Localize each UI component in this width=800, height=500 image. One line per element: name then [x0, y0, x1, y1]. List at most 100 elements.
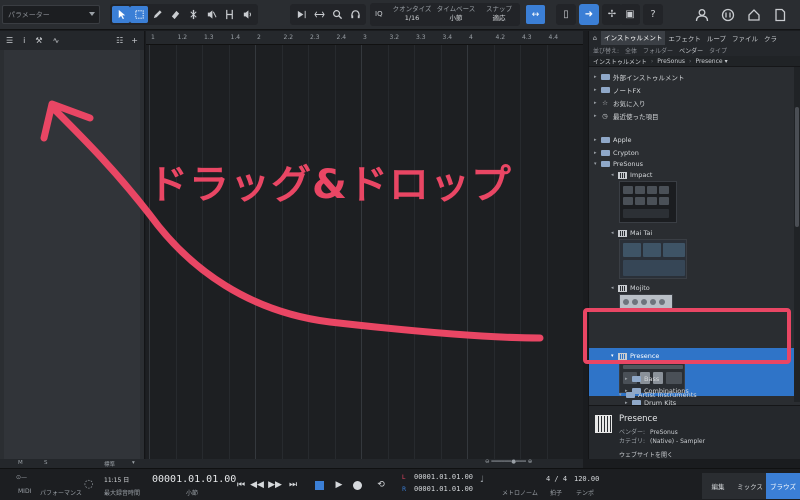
sort-type[interactable]: タイプ: [709, 46, 727, 55]
timeline-ruler[interactable]: 1 1.2 1.3 1.4 2 2.2 2.3 2.4 3 3.2 3.3 3.4 4 4.2 4.3 4.4: [146, 31, 583, 45]
snap-toggle-button[interactable]: ↔: [526, 5, 545, 24]
play-button[interactable]: ▶: [332, 478, 346, 492]
mute-all-button[interactable]: M: [18, 460, 23, 466]
inspector-panel: ☰ i ⚒ ∿ ☷ +: [0, 31, 145, 459]
song-page-button[interactable]: [770, 5, 790, 25]
zoom-tool-button[interactable]: [328, 6, 346, 23]
parameter-dropdown[interactable]: パラメーター: [2, 5, 100, 24]
browser-scrollbar[interactable]: [794, 67, 800, 402]
record-button[interactable]: [350, 478, 364, 492]
loop-end-display[interactable]: 00001.01.01.00: [414, 485, 473, 493]
scrollbar-thumb[interactable]: [795, 107, 799, 227]
mute-tool-button[interactable]: [202, 6, 220, 23]
list-item[interactable]: ▸ ◷ 最近使った項目: [594, 110, 659, 122]
tempo-display[interactable]: 120.00: [574, 475, 599, 483]
add-track-icon[interactable]: +: [131, 36, 138, 45]
split-tool-button[interactable]: [184, 6, 202, 23]
inspector-toggle-button[interactable]: ▯: [556, 4, 576, 25]
return-to-zero-button[interactable]: ⏮: [234, 478, 248, 492]
list-item[interactable]: ▸ 外部インストゥルメント: [594, 71, 684, 83]
marker-button[interactable]: ✢: [602, 4, 622, 25]
snap-select[interactable]: スナップ 適応: [480, 5, 518, 23]
wrench-icon[interactable]: ⚒: [35, 36, 42, 45]
list-item[interactable]: ◂ Mai Tai: [611, 227, 652, 239]
loop-start-display[interactable]: 00001.01.01.00: [414, 473, 473, 481]
breadcrumb-instruments[interactable]: インストゥルメント: [593, 57, 647, 66]
performance-button[interactable]: [718, 5, 738, 25]
help-button[interactable]: ?: [643, 4, 663, 25]
arrange-view[interactable]: 1 1.2 1.3 1.4 2 2.2 2.3 2.4 3 3.2 3.3 3.4 4 4.2 4.3 4.4: [146, 31, 583, 459]
grid-line: [255, 45, 256, 459]
grid-line: [387, 45, 389, 459]
tab-instruments[interactable]: インストゥルメント: [601, 31, 666, 45]
eraser-tool-button[interactable]: [166, 6, 184, 23]
info-icon[interactable]: i: [23, 36, 25, 45]
tab-cloud[interactable]: クラ: [761, 33, 780, 43]
browser-in-button[interactable]: ➜: [579, 4, 599, 25]
arrange-grid[interactable]: [146, 45, 583, 459]
grid-line: [546, 45, 548, 459]
end-button[interactable]: ⏭: [286, 478, 300, 492]
tab-effects[interactable]: エフェクト: [665, 33, 704, 43]
snapshot-button[interactable]: ▣: [620, 4, 640, 25]
autoscroll-button[interactable]: [292, 6, 310, 23]
rewind-button[interactable]: ◀◀: [250, 478, 264, 492]
pencil-tool-button[interactable]: [148, 6, 166, 23]
loop-button[interactable]: ⟲: [372, 478, 390, 492]
follow-button[interactable]: [310, 6, 328, 23]
list-item[interactable]: ◂ Impact: [611, 169, 652, 181]
tab-files[interactable]: ファイル: [729, 33, 761, 43]
start-page-button[interactable]: [744, 5, 764, 25]
iq-button[interactable]: IQ: [375, 10, 383, 18]
info-vendor-value: PreSonus: [650, 429, 678, 436]
open-website-link[interactable]: ウェブサイトを開く: [619, 450, 673, 459]
track-list-icon[interactable]: ☷: [116, 36, 123, 45]
sort-flat[interactable]: 全体: [625, 46, 637, 55]
star-icon: ☆: [602, 99, 608, 107]
bend-tool-button[interactable]: [220, 6, 238, 23]
list-item[interactable]: ◂ Mojito: [611, 282, 650, 294]
user-account-button[interactable]: [692, 5, 712, 25]
listen-button[interactable]: [346, 6, 364, 23]
tab-loops[interactable]: ループ: [704, 33, 729, 43]
arrow-tool-button[interactable]: [112, 6, 130, 23]
list-item[interactable]: ▸ Bass: [625, 373, 659, 385]
chevron-down-icon[interactable]: ▾: [132, 460, 135, 466]
time-signature[interactable]: 4 / 4: [546, 475, 567, 483]
range-tool-button[interactable]: [130, 6, 148, 23]
list-item[interactable]: ▸ Apple: [594, 134, 632, 146]
position-display[interactable]: 00001.01.01.00: [152, 474, 236, 485]
listen-tool-button[interactable]: [238, 6, 256, 23]
sort-folder[interactable]: フォルダー: [643, 46, 673, 55]
zoom-slider[interactable]: ⊖ ━━━━━━●━━━ ⊕: [485, 459, 532, 465]
mix-page-button[interactable]: ミックス: [734, 473, 766, 499]
solo-all-button[interactable]: S: [44, 460, 48, 466]
position-unit[interactable]: 小節: [186, 488, 198, 497]
sort-vendor[interactable]: ベンダー: [679, 46, 703, 55]
automation-icon[interactable]: ∿: [53, 36, 60, 45]
quantize-select[interactable]: クオンタイズ 1/16: [392, 5, 432, 23]
grid-line: [202, 45, 203, 459]
midi-label: MIDI: [18, 488, 32, 495]
timebase-select[interactable]: タイムベース 小節: [434, 5, 478, 23]
forward-button[interactable]: ▶▶: [268, 478, 282, 492]
metronome-icon[interactable]: ♩: [480, 475, 484, 485]
list-item[interactable]: ▸ ☆ お気に入り: [594, 97, 646, 109]
stop-button[interactable]: [312, 478, 326, 492]
list-item[interactable]: ▸ Combinations: [625, 385, 689, 397]
tree-label: Combinations: [644, 387, 689, 395]
track-list-area[interactable]: [4, 50, 140, 459]
quantize-label: クオンタイズ: [392, 5, 432, 13]
browse-page-button[interactable]: ブラウズ: [766, 473, 800, 499]
list-item[interactable]: ▸ ノートFX: [594, 84, 641, 96]
browser-home-icon[interactable]: ⌂: [589, 34, 601, 42]
breadcrumb-presonus[interactable]: PreSonus: [657, 58, 685, 65]
breadcrumb-presence[interactable]: Presence: [695, 58, 722, 65]
snap-label: スナップ: [486, 5, 512, 13]
tree-label: ノートFX: [613, 87, 641, 95]
bend-icon: [225, 9, 233, 20]
edit-page-button[interactable]: 編集: [702, 473, 734, 499]
track-height-select[interactable]: 標準: [104, 460, 115, 468]
list-icon[interactable]: ☰: [6, 36, 13, 45]
ruler-tick-label: 2.3: [310, 34, 320, 41]
